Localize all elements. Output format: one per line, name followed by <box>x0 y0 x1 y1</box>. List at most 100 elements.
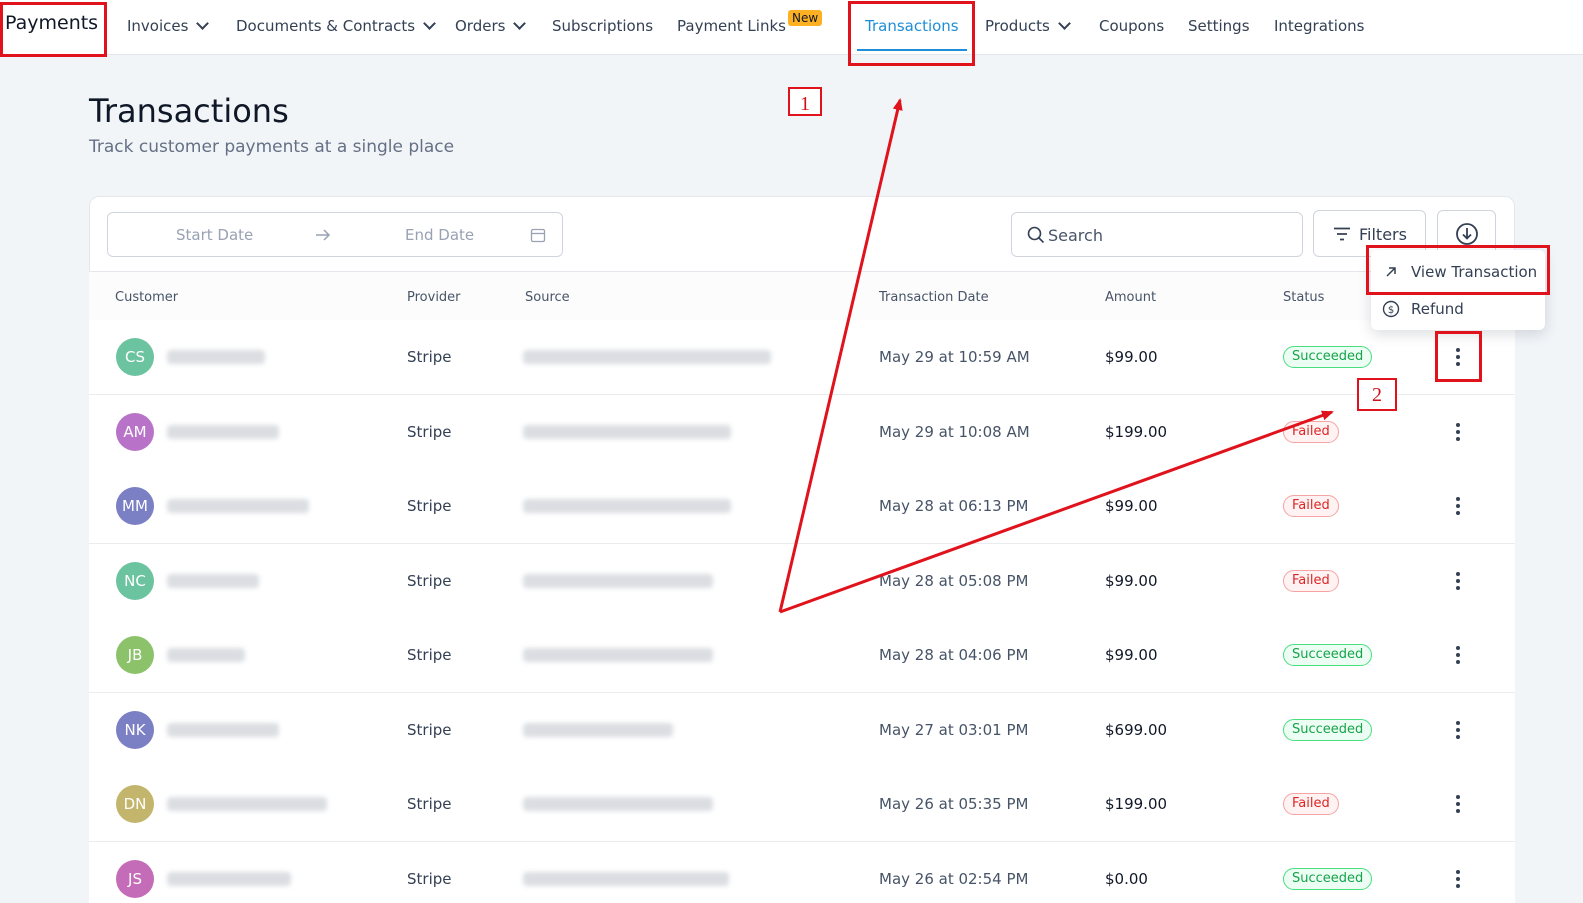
nav-subscriptions[interactable]: Subscriptions <box>552 17 653 35</box>
refund-label: Refund <box>1411 300 1464 318</box>
status-badge: Failed <box>1283 793 1339 815</box>
status-badge: Succeeded <box>1283 644 1373 666</box>
search-box[interactable] <box>1011 212 1303 257</box>
table-row[interactable]: CS Stripe May 29 at 10:59 AM $99.00 Succ… <box>89 320 1515 395</box>
nav-orders[interactable]: Orders <box>455 17 527 35</box>
annotation-callout-2: 2 <box>1357 378 1397 411</box>
source-redacted <box>523 797 713 811</box>
nav-subscriptions-label: Subscriptions <box>552 17 654 35</box>
row-actions-button[interactable] <box>1448 791 1468 817</box>
nav-integrations-label: Integrations <box>1274 17 1365 35</box>
source-redacted <box>523 425 731 439</box>
customer-name-redacted <box>167 872 291 886</box>
source-redacted <box>523 723 673 737</box>
chevron-down-icon <box>1057 17 1071 30</box>
table-header: Customer Provider Source Transaction Dat… <box>89 271 1515 321</box>
customer-name-redacted <box>167 723 279 737</box>
provider-cell: Stripe <box>407 795 452 813</box>
column-amount[interactable]: Amount <box>1105 290 1156 305</box>
end-date-field[interactable]: End Date <box>405 226 474 244</box>
dollar-circle-icon: $ <box>1382 300 1400 318</box>
nav-invoices[interactable]: Invoices <box>127 17 210 35</box>
avatar: NC <box>116 562 154 600</box>
amount-cell: $699.00 <box>1105 721 1168 739</box>
nav-settings-label: Settings <box>1188 17 1250 35</box>
status-badge: Failed <box>1283 495 1339 517</box>
page-title: Transactions <box>89 92 289 130</box>
provider-cell: Stripe <box>407 870 452 888</box>
nav-integrations[interactable]: Integrations <box>1274 17 1364 35</box>
search-input[interactable] <box>1048 223 1288 247</box>
customer-name-redacted <box>167 797 327 811</box>
avatar: MM <box>116 487 154 525</box>
annotation-box-view-transaction <box>1366 245 1550 295</box>
provider-cell: Stripe <box>407 646 452 664</box>
date-range-picker[interactable]: Start Date End Date <box>107 212 563 257</box>
avatar: CS <box>116 338 154 376</box>
nav-documents-contracts[interactable]: Documents & Contracts <box>236 17 436 35</box>
provider-cell: Stripe <box>407 572 452 590</box>
table-row[interactable]: AM Stripe May 29 at 10:08 AM $199.00 Fai… <box>89 395 1515 470</box>
row-actions-button[interactable] <box>1448 642 1468 668</box>
column-source[interactable]: Source <box>525 290 570 305</box>
top-nav: Payments Invoices Documents & Contracts … <box>0 0 1583 55</box>
annotation-box-payments <box>0 2 107 57</box>
avatar: DN <box>116 785 154 823</box>
amount-cell: $99.00 <box>1105 646 1158 664</box>
avatar: JS <box>116 860 154 898</box>
customer-name-redacted <box>167 425 279 439</box>
date-cell: May 28 at 04:06 PM <box>879 646 1029 664</box>
column-provider[interactable]: Provider <box>407 290 461 305</box>
date-cell: May 29 at 10:59 AM <box>879 348 1030 366</box>
search-icon <box>1027 226 1045 244</box>
amount-cell: $99.00 <box>1105 348 1158 366</box>
nav-payment-links-label: Payment Links <box>677 17 786 35</box>
nav-payment-links[interactable]: Payment Links <box>677 17 786 35</box>
row-actions-button[interactable] <box>1448 866 1468 892</box>
nav-products-label: Products <box>985 17 1050 35</box>
date-cell: May 27 at 03:01 PM <box>879 721 1029 739</box>
customer-name-redacted <box>167 648 245 662</box>
column-status[interactable]: Status <box>1283 290 1324 305</box>
source-redacted <box>523 499 731 513</box>
table-row[interactable]: NC Stripe May 28 at 05:08 PM $99.00 Fail… <box>89 544 1515 619</box>
column-customer[interactable]: Customer <box>115 290 178 305</box>
provider-cell: Stripe <box>407 497 452 515</box>
calendar-icon[interactable] <box>530 227 546 243</box>
row-actions-button[interactable] <box>1448 493 1468 519</box>
start-date-field[interactable]: Start Date <box>176 226 253 244</box>
refund-menu-item[interactable]: $ Refund <box>1371 291 1545 327</box>
chevron-down-icon <box>423 17 436 30</box>
amount-cell: $0.00 <box>1105 870 1148 888</box>
annotation-callout-1: 1 <box>788 87 822 116</box>
nav-documents-label: Documents & Contracts <box>236 17 416 35</box>
chevron-down-icon <box>196 17 210 30</box>
provider-cell: Stripe <box>407 423 452 441</box>
date-cell: May 28 at 05:08 PM <box>879 572 1029 590</box>
table-row[interactable]: DN Stripe May 26 at 05:35 PM $199.00 Fai… <box>89 767 1515 842</box>
nav-invoices-label: Invoices <box>127 17 189 35</box>
row-actions-button[interactable] <box>1448 717 1468 743</box>
column-transaction-date[interactable]: Transaction Date <box>879 290 989 305</box>
date-cell: May 26 at 05:35 PM <box>879 795 1029 813</box>
source-redacted <box>523 574 713 588</box>
source-redacted <box>523 648 713 662</box>
nav-coupons[interactable]: Coupons <box>1099 17 1164 35</box>
nav-coupons-label: Coupons <box>1099 17 1165 35</box>
nav-products[interactable]: Products <box>985 17 1071 35</box>
new-badge: New <box>788 10 823 26</box>
row-actions-button[interactable] <box>1448 568 1468 594</box>
nav-orders-label: Orders <box>455 17 506 35</box>
table-row[interactable]: JB Stripe May 28 at 04:06 PM $99.00 Succ… <box>89 618 1515 693</box>
provider-cell: Stripe <box>407 721 452 739</box>
filters-label: Filters <box>1359 225 1407 244</box>
nav-settings[interactable]: Settings <box>1188 17 1250 35</box>
table-row[interactable]: JS Stripe May 26 at 02:54 PM $0.00 Succe… <box>89 842 1515 903</box>
table-row[interactable]: MM Stripe May 28 at 06:13 PM $99.00 Fail… <box>89 469 1515 544</box>
row-actions-button[interactable] <box>1448 419 1468 445</box>
customer-name-redacted <box>167 574 259 588</box>
table-row[interactable]: NK Stripe May 27 at 03:01 PM $699.00 Suc… <box>89 693 1515 768</box>
amount-cell: $99.00 <box>1105 497 1158 515</box>
amount-cell: $199.00 <box>1105 423 1168 441</box>
status-badge: Succeeded <box>1283 346 1373 368</box>
